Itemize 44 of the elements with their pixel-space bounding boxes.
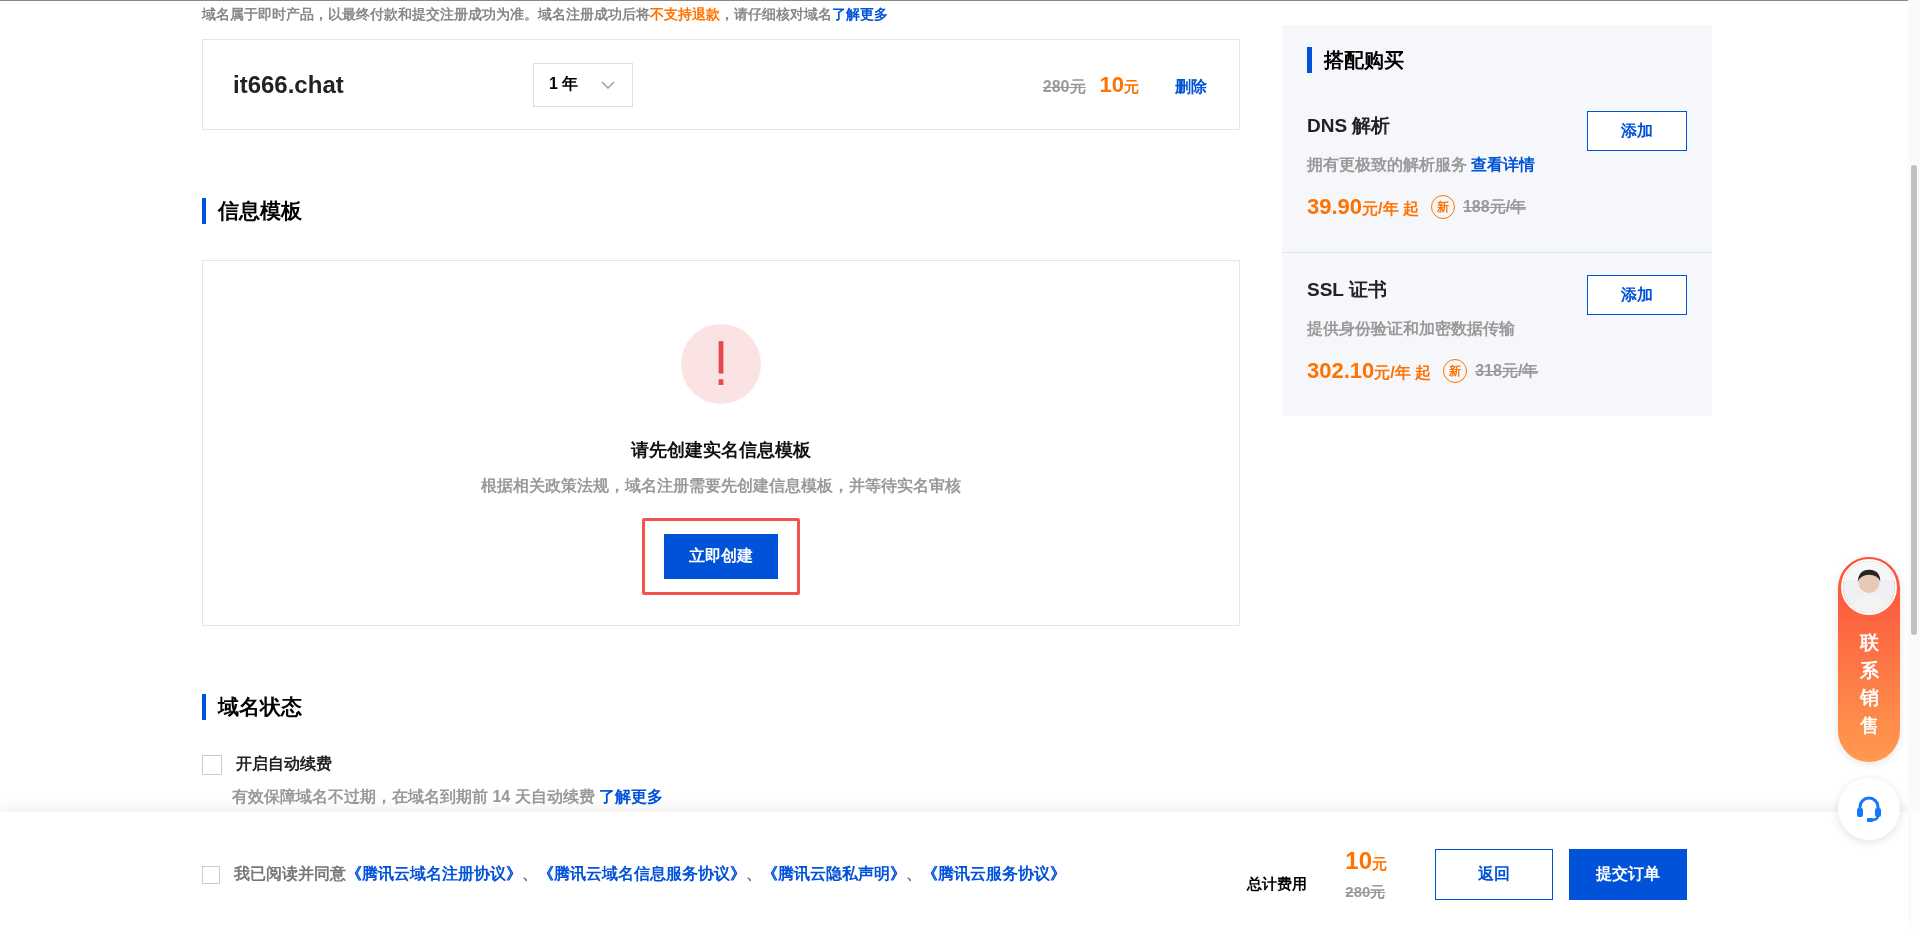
notice-text: 域名属于即时产品，以最终付款和提交注册成功为准。域名注册成功后将不支持退款，请仔细核对域名 了解更多 bbox=[202, 5, 889, 23]
add-button[interactable]: 添加 bbox=[1587, 275, 1687, 315]
headset-icon bbox=[1855, 795, 1883, 823]
add-button[interactable]: 添加 bbox=[1587, 111, 1687, 151]
learn-more-link[interactable]: 了解更多 bbox=[832, 6, 888, 22]
product-name: DNS 解析 bbox=[1307, 114, 1391, 138]
back-button[interactable]: 返回 bbox=[1435, 849, 1553, 900]
product-description: 拥有更极致的解析服务 查看详情 bbox=[1307, 155, 1537, 175]
original-price: 280元 bbox=[1042, 76, 1086, 97]
panel-title: 搭配购买 bbox=[1307, 47, 1712, 73]
domain-name: it666.chat bbox=[233, 70, 345, 99]
agreement-link[interactable]: 《腾讯云域名注册协议》 bbox=[346, 865, 522, 882]
create-button[interactable]: 立即创建 bbox=[664, 534, 778, 579]
agreement-link[interactable]: 《腾讯云服务协议》 bbox=[922, 865, 1066, 882]
product-name: SSL 证书 bbox=[1307, 278, 1387, 302]
empty-state-description: 根据相关政策法规，域名注册需要先创建信息模板，并等待实名审核 bbox=[481, 476, 961, 496]
agreement-link[interactable]: 《腾讯云域名信息服务协议》 bbox=[538, 865, 746, 882]
details-link[interactable]: 查看详情 bbox=[1471, 156, 1536, 173]
period-select[interactable]: 1 年 bbox=[533, 62, 633, 107]
original-price: 280元 bbox=[1345, 883, 1386, 902]
original-price: 318元/年 bbox=[1475, 360, 1539, 381]
caret-icon bbox=[601, 80, 615, 89]
checkbox-label: 开启自动续费 bbox=[236, 754, 332, 774]
delete-link[interactable]: 删除 bbox=[1175, 76, 1207, 98]
empty-state-title: 请先创建实名信息模板 bbox=[631, 439, 811, 462]
original-price: 188元/年 bbox=[1462, 196, 1527, 217]
scrollbar[interactable] bbox=[1908, 0, 1920, 812]
price: 39.90元/年 起 bbox=[1307, 194, 1419, 220]
submit-button[interactable]: 提交订单 bbox=[1569, 849, 1687, 900]
price: 10元 bbox=[1099, 71, 1139, 98]
section-title: 域名状态 bbox=[202, 694, 1240, 720]
checkbox[interactable] bbox=[202, 754, 222, 775]
support-button[interactable] bbox=[1838, 778, 1900, 840]
price: 302.10元/年 起 bbox=[1307, 358, 1432, 384]
warning-icon bbox=[681, 324, 761, 404]
total-price: 10元 bbox=[1345, 847, 1387, 875]
agreement-link[interactable]: 《腾讯云隐私声明》 bbox=[762, 865, 906, 882]
checkbox[interactable] bbox=[202, 865, 220, 884]
hint-text: 有效保障域名不过期，在域名到期前 14 天自动续费 了解更多 bbox=[232, 787, 665, 807]
total-label: 总计费用 bbox=[1247, 875, 1308, 894]
learn-more-link[interactable]: 了解更多 bbox=[599, 788, 664, 805]
product-description: 提供身份验证和加密数据传输 bbox=[1307, 319, 1516, 339]
section-title: 信息模板 bbox=[202, 198, 1240, 224]
agreement-text: 我已阅读并同意《腾讯云域名注册协议》、《腾讯云域名信息服务协议》、《腾讯云隐私声明》、《腾讯云服务协议》 bbox=[234, 864, 1066, 884]
